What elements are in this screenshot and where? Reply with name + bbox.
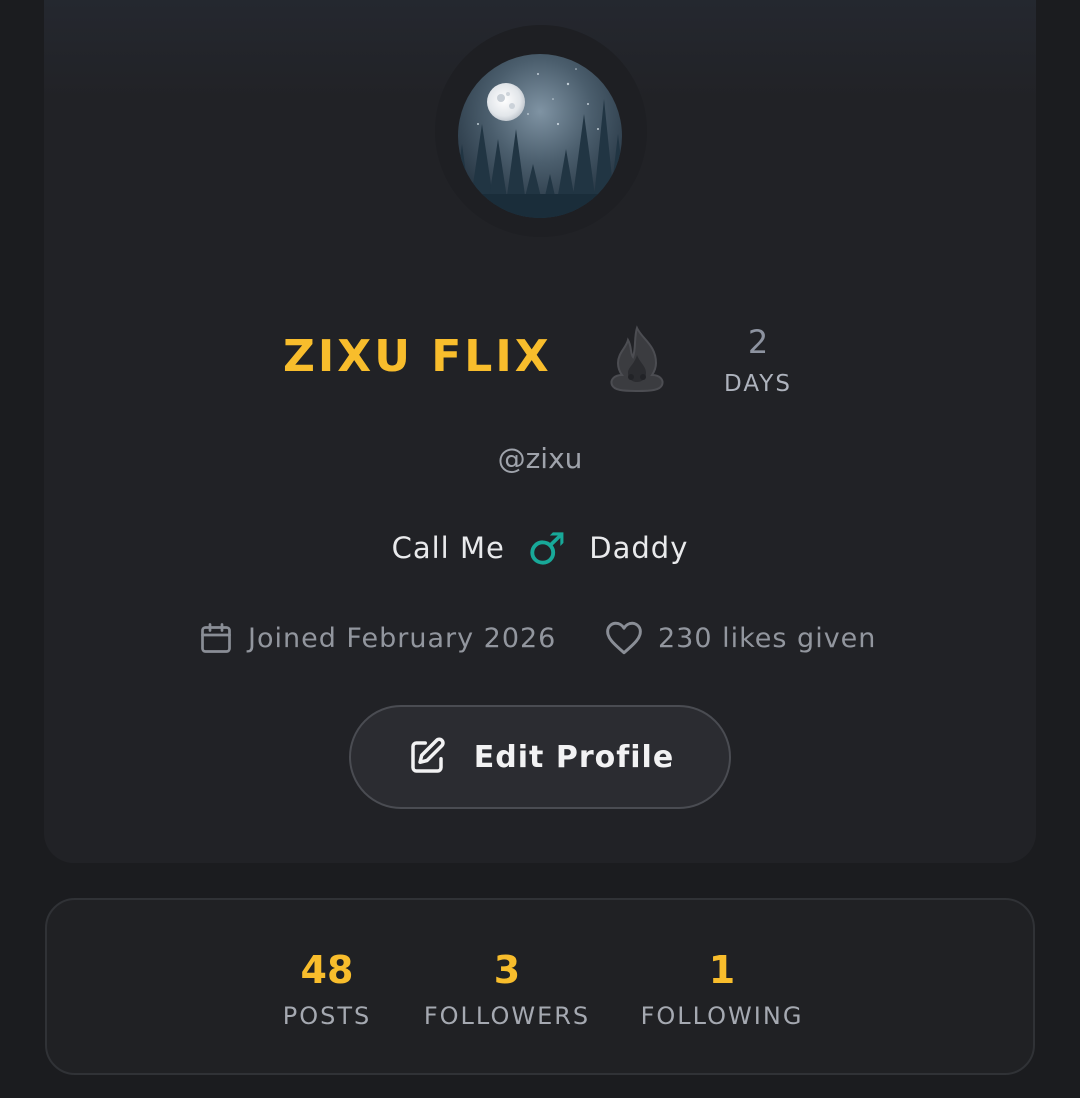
joined-date: Joined February 2026 — [198, 620, 556, 656]
username: @zixu — [497, 442, 583, 475]
meta-row: Joined February 2026 230 likes given — [0, 620, 1080, 664]
posts-label: POSTS — [282, 1002, 372, 1030]
stats-card: 48 POSTS 3 FOLLOWERS 1 FOLLOWING — [45, 898, 1035, 1075]
heart-icon — [606, 621, 642, 655]
posts-count: 48 — [300, 948, 354, 992]
male-symbol-icon: ♂ — [526, 524, 568, 575]
calendar-icon — [201, 623, 231, 653]
moon-forest-avatar-image — [458, 54, 622, 218]
edit-icon — [411, 737, 445, 773]
followers-count: 3 — [493, 948, 521, 992]
bio: Call Me ♂ Daddy — [0, 524, 1080, 575]
edit-profile-button[interactable]: Edit Profile — [349, 705, 731, 809]
followers-label: FOLLOWERS — [423, 1002, 591, 1030]
edit-profile-label: Edit Profile — [473, 739, 675, 775]
avatar[interactable] — [458, 54, 622, 218]
following-count: 1 — [708, 948, 736, 992]
name-row: ZIXU FLIX 2 DAYS — [0, 323, 1080, 423]
bio-text-before: Call Me — [391, 531, 505, 565]
likes-given: 230 likes given — [604, 620, 876, 656]
stat-followers[interactable]: 3 FOLLOWERS — [417, 948, 597, 1030]
display-name: ZIXU FLIX — [283, 331, 552, 382]
fire-streak-icon — [606, 325, 668, 393]
likes-text: 230 likes given — [658, 622, 877, 654]
joined-text: Joined February 2026 — [248, 622, 557, 654]
streak-count: 2 — [747, 323, 769, 361]
stat-posts[interactable]: 48 POSTS — [267, 948, 387, 1030]
stat-following[interactable]: 1 FOLLOWING — [637, 948, 807, 1030]
streak-unit: DAYS — [724, 371, 792, 397]
following-label: FOLLOWING — [640, 1002, 804, 1030]
bio-text-after: Daddy — [589, 531, 689, 565]
